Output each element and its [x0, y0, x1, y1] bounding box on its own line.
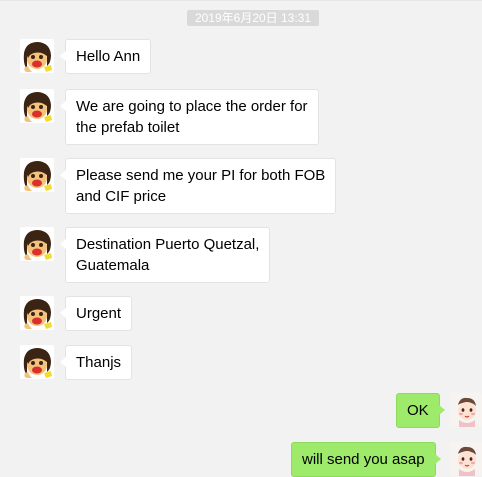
- message-timestamp: 2019年6月20日 13:31: [187, 10, 319, 26]
- cartoon-girl-avatar-icon: [20, 345, 54, 379]
- incoming-message-bubble[interactable]: Please send me your PI for both FOB and …: [59, 158, 337, 214]
- contact-avatar[interactable]: [20, 158, 54, 192]
- incoming-message-bubble[interactable]: We are going to place the order for the …: [60, 89, 319, 145]
- incoming-message-bubble[interactable]: Thanjs: [59, 345, 133, 380]
- message-text: Hello Ann: [76, 48, 141, 65]
- incoming-message-bubble[interactable]: Hello Ann: [59, 39, 152, 74]
- contact-avatar[interactable]: [20, 296, 54, 330]
- message-text: Destination Puerto Quetzal, Guatemala: [76, 236, 260, 274]
- contact-avatar[interactable]: [20, 39, 54, 73]
- contact-avatar[interactable]: [20, 89, 54, 123]
- cartoon-baby-avatar-icon: [450, 442, 482, 476]
- cartoon-girl-avatar-icon: [20, 158, 54, 192]
- cartoon-girl-avatar-icon: [20, 89, 54, 123]
- top-divider: [0, 0, 482, 1]
- cartoon-girl-avatar-icon: [20, 39, 54, 73]
- cartoon-baby-avatar-icon: [450, 393, 482, 427]
- contact-avatar[interactable]: [20, 227, 54, 261]
- message-text: will send you asap: [302, 451, 425, 468]
- outgoing-message-bubble[interactable]: OK: [396, 393, 445, 428]
- cartoon-girl-avatar-icon: [20, 227, 54, 261]
- outgoing-message-bubble[interactable]: will send you asap: [291, 442, 441, 477]
- self-avatar[interactable]: [450, 393, 482, 427]
- cartoon-girl-avatar-icon: [20, 296, 54, 330]
- message-text: We are going to place the order for the …: [76, 98, 308, 136]
- incoming-message-bubble[interactable]: Urgent: [59, 296, 133, 331]
- message-text: Urgent: [76, 305, 122, 322]
- message-text: Thanjs: [76, 354, 122, 371]
- message-text: Please send me your PI for both FOB and …: [76, 167, 326, 205]
- contact-avatar[interactable]: [20, 345, 54, 379]
- incoming-message-bubble[interactable]: Destination Puerto Quetzal, Guatemala: [59, 227, 271, 283]
- self-avatar[interactable]: [450, 442, 482, 476]
- message-text: OK: [407, 402, 429, 419]
